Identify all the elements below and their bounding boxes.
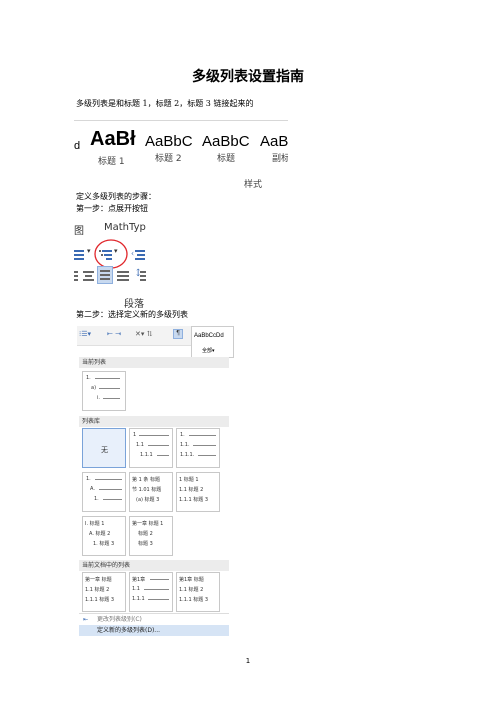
paragraph-group-caption: 段落 [124,299,144,308]
step2-text: 第二步：选择定义新的多级列表 [76,310,188,319]
dropdown-arrow-icon[interactable]: ▾ [87,247,91,255]
style-subtitle[interactable]: AaBl 副标 [260,131,288,164]
list-alpha-option[interactable]: 1. A. 1. [82,472,126,512]
styles-gallery: d AaBł 标题 1 AaBbC 标题 2 AaBbC 标题 AaBl 副标 [74,120,288,166]
current-list-thumbnail[interactable]: 1. a) i. [82,371,126,411]
multilevel-list-icon[interactable]: ⁝☰▾ [79,330,91,338]
bullets-list-icon[interactable] [74,249,88,261]
align-center-icon[interactable] [83,270,97,282]
page-number: 1 [245,657,251,665]
step1-text: 第一步：点展开按钮 [76,204,148,213]
paragraph-ribbon-crop: 图 MathTyp ▾ ▾ ‹ ↕ 段落 [74,218,164,308]
style-title[interactable]: AaBbC 标题 [202,131,250,164]
document-list-3[interactable]: 第1章 标题 1.1 标题 2 1.1.1 标题 3 [176,572,220,612]
list-dotted-numeric-option[interactable]: 1. 1.1. 1.1.1. [176,428,220,468]
multilevel-list-menu: ⁝☰▾ ⇤ ⇥ ✕▾ ⇅ ¶ AaBbCcDd 全部▾ 当前列表 1. a) i… [77,326,234,636]
intro-paragraph: 多级列表是和标题 1，标题 2，标题 3 链接起来的 [76,99,254,108]
document-list-2[interactable]: 第1章 1.1 1.1.1 [129,572,173,612]
document-title: 多级列表设置指南 [192,69,304,85]
steps-heading: 定义多级列表的步骤： [76,192,156,201]
sort-icon[interactable]: ✕▾ ⇅ [135,330,152,338]
divider [74,120,288,121]
distributed-icon[interactable] [117,270,131,282]
list-article-section-option[interactable]: 第 1 条 标题 节 1.01 标题 (a) 标题 3 [129,472,173,512]
define-new-multilevel-list-item[interactable]: 定义新的多级列表(D)... [79,625,229,636]
change-level-icon: ⇤ [83,616,89,623]
list-numeric-option[interactable]: 1 1.1 1.1.1 [129,428,173,468]
indent-icon[interactable]: ⇤ ⇥ [107,330,121,338]
justify-button[interactable] [97,266,113,284]
current-list-header: 当前列表 [79,357,229,368]
in-document-lists-header: 当前文档中的列表 [79,560,229,571]
list-library-header: 列表库 [79,416,229,427]
line-spacing-icon[interactable]: ↕ [134,268,148,281]
ribbon-tab-fragment[interactable]: 图 [74,222,84,237]
change-list-level-item[interactable]: ⇤ 更改列表级别(C) [79,614,229,625]
list-none-option[interactable]: 无 [82,428,126,468]
list-heading-numeric-option[interactable]: 1 标题 1 1.1 标题 2 1.1.1 标题 3 [176,472,220,512]
style-fragment: d [74,140,81,152]
list-roman-heading-option[interactable]: I. 标题 1 A. 标题 2 1. 标题 3 [82,516,126,556]
list-chapter-heading-option[interactable]: 第一章 标题 1 标题 2 标题 3 [129,516,173,556]
style-heading1[interactable]: AaBł 标题 1 [90,128,136,166]
document-list-1[interactable]: 第一章 标题 1.1 标题 2 1.1.1 标题 3 [82,572,126,612]
filter-dropdown[interactable]: 全部▾ [202,347,215,354]
show-marks-icon[interactable]: ¶ [173,329,183,339]
styles-group-caption: 样式 [244,180,263,190]
decrease-indent-icon[interactable]: ‹ [131,249,145,261]
style-heading2[interactable]: AaBbC 标题 2 [145,131,193,164]
ribbon-tab-mathtype[interactable]: MathTyp [104,222,146,233]
